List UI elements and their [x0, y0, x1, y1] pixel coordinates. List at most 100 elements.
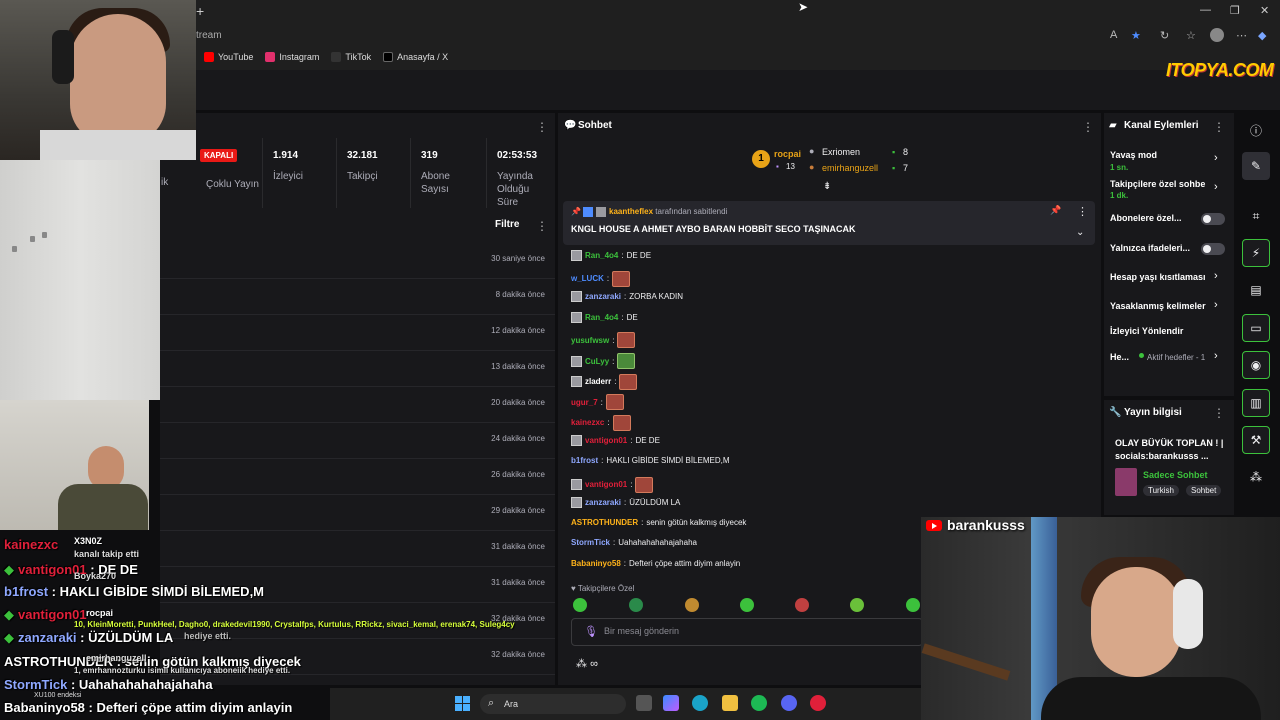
- chat-message[interactable]: kainezxc:: [571, 414, 631, 431]
- chat-message[interactable]: Ran_4o4: DE: [571, 311, 638, 323]
- chevron-right-icon[interactable]: ›: [1214, 270, 1218, 282]
- stream-category[interactable]: Sadece Sohbet: [1143, 470, 1208, 480]
- more-icon[interactable]: ⋯: [1236, 29, 1247, 42]
- age-restriction-label[interactable]: Hesap yaşı kısıtlaması: [1110, 272, 1206, 282]
- task-view-icon[interactable]: [636, 695, 652, 711]
- lightning-icon[interactable]: ⚡: [1242, 239, 1270, 267]
- chat-message[interactable]: Babaninyo58: Defteri çöpe attim diyim anl…: [571, 559, 740, 568]
- emote-icon[interactable]: [740, 598, 754, 612]
- emote-icon[interactable]: [685, 598, 699, 612]
- chevron-down-icon[interactable]: ⌄: [1076, 227, 1084, 238]
- goals-label[interactable]: He...: [1110, 352, 1129, 362]
- chat-message[interactable]: ASTROTHUNDER: senin götün kalkmış diyecek: [571, 518, 746, 527]
- activity-row[interactable]: 20 dakika önce: [160, 388, 555, 423]
- new-tab-button[interactable]: +: [196, 3, 204, 19]
- activity-row[interactable]: 8 dakika önce: [160, 280, 555, 315]
- broadcast-icon[interactable]: ◉: [1242, 351, 1270, 379]
- slow-mode-label[interactable]: Yavaş mod: [1110, 150, 1157, 160]
- printer-icon[interactable]: ▥: [1242, 389, 1270, 417]
- bookmark-youtube[interactable]: YouTube: [204, 52, 253, 62]
- maximize-icon[interactable]: ❐: [1230, 4, 1240, 17]
- chat-username[interactable]: Ran_4o4: [585, 251, 618, 260]
- refresh-icon[interactable]: ↻: [1160, 29, 1169, 42]
- chat-username[interactable]: CuLyy: [585, 357, 609, 366]
- filter-button[interactable]: Filtre: [495, 219, 519, 230]
- clip-icon[interactable]: ⌗: [1242, 202, 1270, 230]
- chat-message[interactable]: zanzaraki: ZORBA KADIN: [571, 291, 683, 303]
- chat-username[interactable]: ASTROTHUNDER: [571, 518, 638, 527]
- tag-turkish[interactable]: Turkish: [1143, 485, 1179, 496]
- address-bar[interactable]: tream: [196, 27, 1280, 45]
- chat-message[interactable]: Ran_4o4: DE DE: [571, 250, 651, 261]
- chat-message[interactable]: w_LUCK:: [571, 270, 631, 287]
- channel-actions-menu-icon[interactable]: ⋮: [1213, 120, 1225, 134]
- channel-points[interactable]: ⁂ ∞: [576, 657, 598, 670]
- chat-username[interactable]: zanzaraki: [585, 498, 621, 507]
- subs-only-toggle[interactable]: [1201, 213, 1225, 225]
- emote-only-toggle[interactable]: [1201, 243, 1225, 255]
- chat-message[interactable]: StormTick: Uahahahahahajahaha: [571, 538, 697, 547]
- notes-icon[interactable]: ▤: [1242, 276, 1270, 304]
- activity-row[interactable]: 30 saniye önce: [160, 244, 555, 279]
- windows-start-icon[interactable]: [455, 696, 470, 711]
- chrome-icon[interactable]: [810, 695, 826, 711]
- discord-icon[interactable]: [781, 695, 797, 711]
- chat-username[interactable]: b1frost: [571, 456, 598, 465]
- emote-icon[interactable]: [906, 598, 920, 612]
- chat-username[interactable]: vantigon01: [585, 480, 627, 489]
- copilot-app-icon[interactable]: [663, 695, 679, 711]
- chat-message[interactable]: yusufwsw:: [571, 332, 636, 349]
- spotify-icon[interactable]: [751, 695, 767, 711]
- chevron-right-icon[interactable]: ›: [1214, 152, 1218, 164]
- chat-username[interactable]: Ran_4o4: [585, 313, 618, 322]
- panel-menu-icon[interactable]: ⋮: [536, 120, 548, 134]
- chevron-right-icon[interactable]: ›: [1214, 350, 1218, 362]
- activity-row[interactable]: 29 dakika önce: [160, 496, 555, 531]
- expand-leaderboard-icon[interactable]: ⇟: [823, 181, 831, 192]
- edge-icon[interactable]: [692, 695, 708, 711]
- chat-username[interactable]: StormTick: [571, 538, 610, 547]
- copilot-icon[interactable]: ◆: [1258, 29, 1266, 42]
- activity-row[interactable]: 26 dakika önce: [160, 460, 555, 495]
- collections-icon[interactable]: ☆: [1186, 29, 1196, 42]
- chat-message[interactable]: vantigon01: DE DE: [571, 435, 660, 447]
- emote-icon[interactable]: [629, 598, 643, 612]
- chat-username[interactable]: zladerr: [585, 377, 611, 386]
- taskbar-search[interactable]: [480, 694, 626, 714]
- close-icon[interactable]: ✕: [1260, 4, 1269, 17]
- add-action-icon[interactable]: ⁂: [1242, 463, 1270, 491]
- chat-username[interactable]: w_LUCK: [571, 274, 604, 283]
- chevron-right-icon[interactable]: ›: [1214, 181, 1218, 193]
- chat-message[interactable]: vantigon01:: [571, 476, 654, 493]
- minimize-icon[interactable]: —: [1200, 4, 1211, 16]
- file-explorer-icon[interactable]: [722, 695, 738, 711]
- chat-message[interactable]: b1frost: HAKLI GİBİDE SİMDİ BİLEMED,M: [571, 456, 730, 465]
- chat-input[interactable]: [604, 626, 904, 636]
- viewer-redirect-label[interactable]: İzleyici Yönlendir: [1110, 326, 1183, 336]
- activity-menu-icon[interactable]: ⋮: [536, 219, 548, 233]
- bookmark-instagram[interactable]: Instagram: [265, 52, 319, 62]
- microphone-icon[interactable]: 🎙: [584, 625, 598, 638]
- banned-words-label[interactable]: Yasaklanmış kelimeler: [1110, 301, 1206, 311]
- favorite-star-icon[interactable]: ★: [1131, 29, 1141, 42]
- emote-icon[interactable]: [850, 598, 864, 612]
- chat-input-box[interactable]: 🎙: [571, 618, 923, 646]
- chat-leaderboard[interactable]: 1 rocpai ▪ 13 ● Exriomen ▪ 8 ● emirhangu…: [752, 146, 922, 180]
- info-icon[interactable]: ⓘ: [1242, 116, 1270, 144]
- chat-username[interactable]: yusufwsw: [571, 336, 609, 345]
- chat-menu-icon[interactable]: ⋮: [1082, 120, 1094, 134]
- bookmark-tiktok[interactable]: TikTok: [331, 52, 371, 62]
- stream-info-menu-icon[interactable]: ⋮: [1213, 406, 1225, 420]
- unpin-icon[interactable]: 📌: [1050, 205, 1061, 216]
- profile-avatar[interactable]: [1210, 28, 1224, 42]
- followers-chat-label[interactable]: Takipçilere özel sohbe: [1110, 179, 1210, 189]
- chat-message[interactable]: CuLyy:: [571, 353, 636, 369]
- chat-message[interactable]: zanzaraki: ÜZÜLDÜM LA: [571, 497, 680, 509]
- chat-username[interactable]: kainezxc: [571, 418, 604, 427]
- chat-icon[interactable]: ▭: [1242, 314, 1270, 342]
- activity-row[interactable]: 12 dakika önce: [160, 316, 555, 351]
- edit-icon[interactable]: ✎: [1242, 152, 1270, 180]
- tools-icon[interactable]: ⚒: [1242, 426, 1270, 454]
- chevron-right-icon[interactable]: ›: [1214, 299, 1218, 311]
- stream-title[interactable]: OLAY BÜYÜK TOPLAN ! | socials:barankusss…: [1115, 437, 1230, 463]
